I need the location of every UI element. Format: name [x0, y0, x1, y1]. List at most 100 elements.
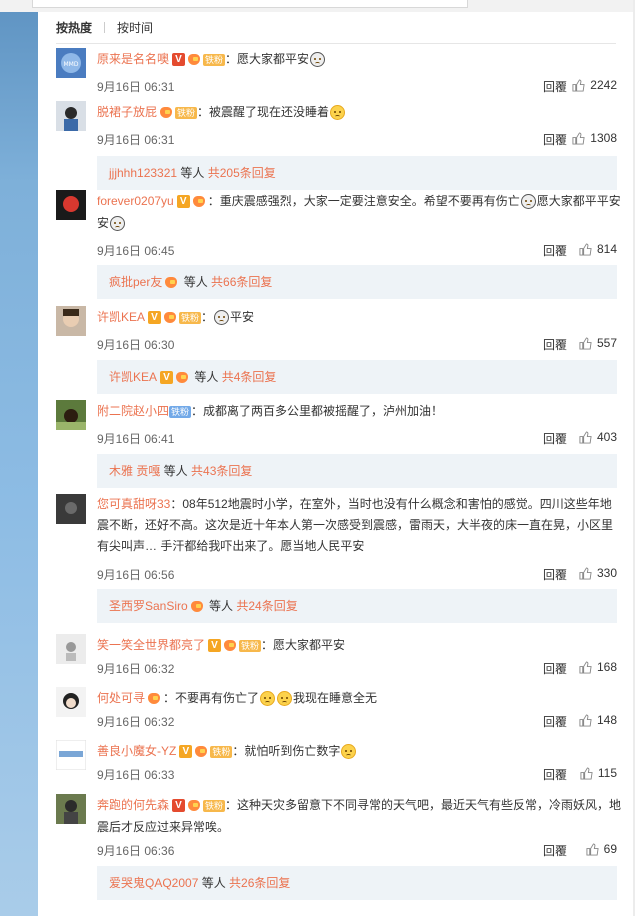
reply-button[interactable]: 回覆 [543, 336, 567, 353]
reply-summary-etc: 等人 [160, 464, 192, 478]
reply-button[interactable]: 回覆 [543, 78, 567, 95]
like-button[interactable]: 1308 [572, 131, 617, 145]
avatar[interactable] [56, 494, 86, 524]
header-divider [56, 43, 616, 44]
comment-username[interactable]: 奔跑的何先森 [97, 798, 169, 812]
fan-badge: 铁粉 [179, 311, 202, 324]
comment-text: ：不要再有伤亡了 [163, 691, 260, 705]
sort-tabs: 按热度 按时间 [56, 18, 153, 36]
vip-badge: V [172, 53, 186, 67]
reply-button[interactable]: 回覆 [543, 566, 567, 583]
comment-username[interactable]: 笑一笑全世界都亮了 [97, 638, 205, 652]
reply-summary[interactable]: 许凯KEA V 等人 共4条回复 [97, 360, 617, 394]
browser-top-bar [0, 0, 635, 12]
sort-by-hot-tab[interactable]: 按热度 [56, 19, 92, 36]
vip-badge: V [179, 745, 193, 759]
reply-summary-user[interactable]: jjjhhh123321 [109, 166, 177, 180]
sort-by-time-tab[interactable]: 按时间 [117, 19, 153, 36]
reply-button[interactable]: 回覆 [543, 766, 567, 783]
reply-summary[interactable]: 木雅 贡嘎 等人 共43条回复 [97, 454, 617, 488]
like-count: 148 [596, 713, 617, 727]
reply-summary[interactable]: jjjhhh123321 等人 共205条回复 [97, 156, 617, 190]
like-count: 557 [596, 336, 617, 350]
avatar[interactable] [56, 101, 86, 131]
reply-summary-user[interactable]: 圣西罗SanSiro [109, 599, 188, 613]
like-button[interactable]: 148 [579, 713, 617, 727]
reply-button[interactable]: 回覆 [543, 842, 567, 859]
pray-emoji-icon [214, 310, 230, 326]
avatar[interactable]: MMD [56, 48, 86, 78]
avatar[interactable] [56, 687, 86, 717]
reply-count-link[interactable]: 共4条回复 [222, 370, 277, 384]
comment-username[interactable]: 何处可寻 [97, 691, 145, 705]
comment-text: ：重庆震感强烈，大家一定要注意安全。希望不要再有伤亡 [207, 194, 520, 208]
comment-username[interactable]: 原来是名名噢 [97, 52, 169, 66]
reply-summary-user[interactable]: 爱哭鬼QAQ2007 [109, 876, 198, 890]
thumb-up-icon [579, 713, 592, 727]
comment-text: ：愿大家都平安 [225, 52, 310, 66]
fan-heart-icon [223, 639, 239, 653]
reply-summary-user[interactable]: 木雅 贡嘎 [109, 464, 160, 478]
reply-button[interactable]: 回覆 [543, 430, 567, 447]
reply-button[interactable]: 回覆 [543, 713, 567, 730]
reply-button[interactable]: 回覆 [543, 131, 567, 148]
vip-badge: V [172, 799, 186, 813]
like-button[interactable]: 168 [579, 660, 617, 674]
crying-emoji-icon [260, 691, 276, 707]
like-button[interactable]: 403 [579, 430, 617, 444]
comment-date: 9月16日 06:41 [97, 432, 175, 446]
comment-username[interactable]: 许凯KEA [97, 310, 145, 324]
avatar[interactable] [56, 634, 86, 664]
comment-username[interactable]: 脱裙子放屁 [97, 105, 157, 119]
thumb-up-icon [572, 78, 585, 92]
comment-date: 9月16日 06:32 [97, 715, 175, 729]
thumb-up-icon [579, 660, 592, 674]
thumb-up-icon [579, 242, 592, 256]
reply-count-link[interactable]: 共66条回复 [211, 275, 272, 289]
comment-username[interactable]: forever0207yu [97, 194, 174, 208]
vip-badge: V [160, 371, 174, 385]
comment-username[interactable]: 附二院赵小四 [97, 404, 169, 418]
reply-summary-user[interactable]: 疯批per友 [109, 275, 162, 289]
comment-text: ： [201, 310, 214, 324]
fan-badge: 铁粉 [210, 745, 233, 758]
crying-emoji-icon [277, 691, 293, 707]
reply-count-link[interactable]: 共205条回复 [208, 166, 276, 180]
like-button[interactable]: 115 [580, 766, 617, 780]
reply-summary[interactable]: 爱哭鬼QAQ2007 等人 共26条回复 [97, 866, 617, 900]
thumb-up-icon [579, 430, 592, 444]
like-count: 115 [597, 766, 617, 780]
reply-button[interactable]: 回覆 [543, 660, 567, 677]
like-count: 330 [596, 566, 617, 580]
avatar[interactable] [56, 740, 86, 770]
comment-username[interactable]: 您可真甜呀33 [97, 497, 170, 511]
avatar[interactable] [56, 306, 86, 336]
reply-button[interactable]: 回覆 [543, 242, 567, 259]
avatar[interactable] [56, 794, 86, 824]
fan-badge: 铁粉 [203, 53, 226, 66]
avatar[interactable] [56, 400, 86, 430]
reply-summary[interactable]: 圣西罗SanSiro 等人 共24条回复 [97, 589, 617, 623]
like-button[interactable]: 330 [579, 566, 617, 580]
comment-text-cont: 我现在睡意全无 [293, 691, 378, 705]
vip-badge: V [208, 639, 222, 653]
fan-badge: 铁粉 [169, 405, 192, 418]
reply-summary[interactable]: 疯批per友 等人 共66条回复 [97, 265, 617, 299]
crying-emoji-icon [341, 744, 357, 760]
address-input[interactable] [32, 0, 468, 8]
like-button[interactable]: 69 [586, 842, 617, 856]
reply-summary-user[interactable]: 许凯KEA [109, 370, 157, 384]
reply-count-link[interactable]: 共43条回复 [191, 464, 252, 478]
fan-badge: 铁粉 [175, 106, 198, 119]
fan-heart-icon [187, 53, 203, 67]
like-button[interactable]: 814 [579, 242, 617, 256]
reply-count-link[interactable]: 共26条回复 [229, 876, 290, 890]
avatar[interactable] [56, 190, 86, 220]
like-count: 168 [596, 660, 617, 674]
vip-badge: V [176, 195, 190, 209]
like-count: 2242 [590, 78, 617, 92]
like-button[interactable]: 2242 [572, 78, 617, 92]
comment-username[interactable]: 善良小魔女-YZ [97, 744, 176, 758]
reply-count-link[interactable]: 共24条回复 [236, 599, 297, 613]
like-button[interactable]: 557 [579, 336, 617, 350]
